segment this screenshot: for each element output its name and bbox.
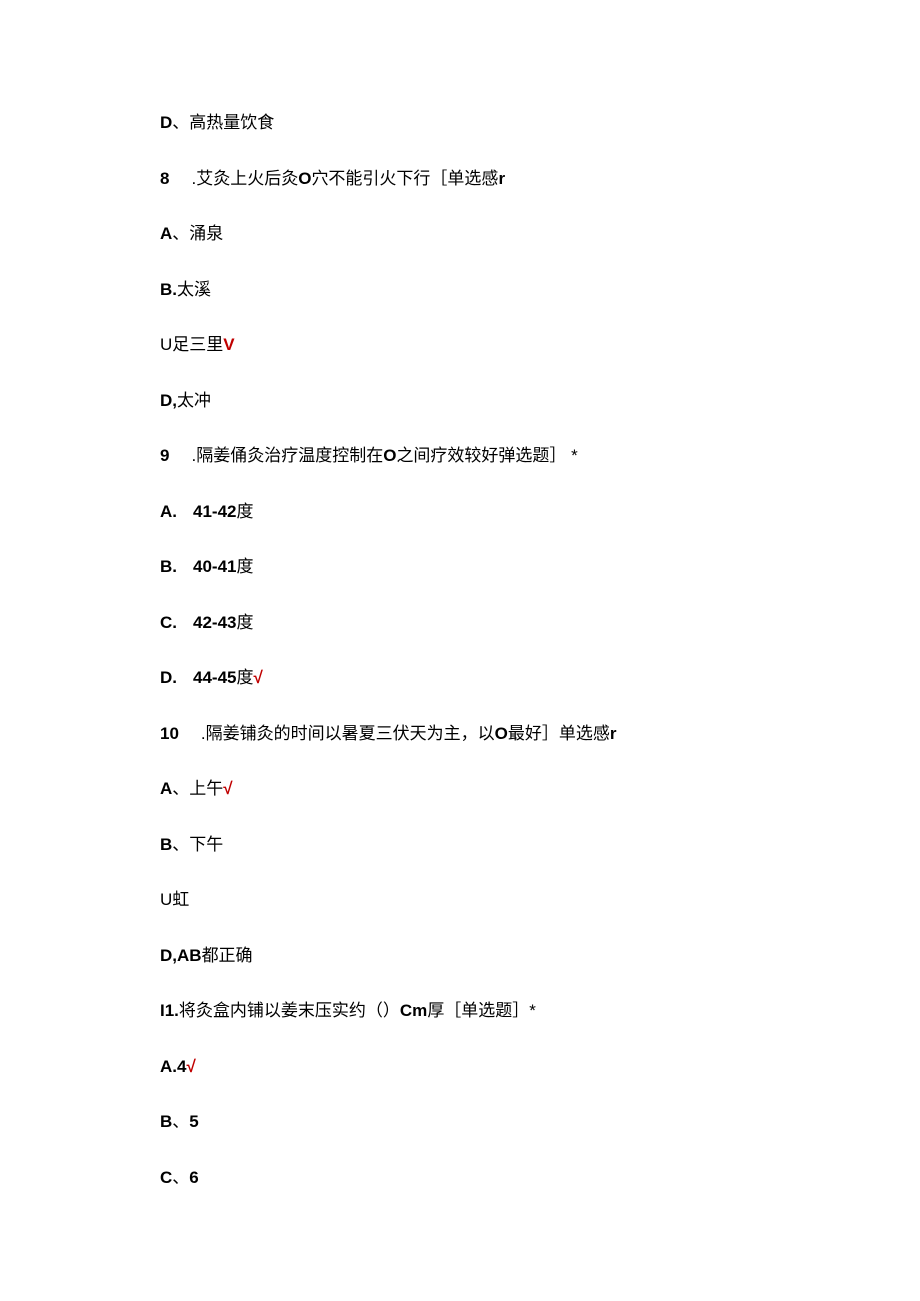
option-text: U虹: [160, 890, 189, 909]
option-label: D.: [160, 668, 177, 687]
option-sep: 、: [172, 1112, 189, 1131]
q8-option-c: U足三里V: [160, 332, 760, 358]
stem-text: 最好］单选感: [508, 724, 610, 743]
check-icon: √: [223, 779, 232, 798]
q10-option-c: U虹: [160, 887, 760, 913]
option-label: D,: [160, 391, 177, 410]
q10-option-a: A、上午√: [160, 776, 760, 802]
option-sep: 、: [172, 113, 189, 132]
stem-text: 之间疗效较好弹选题］ *: [396, 446, 577, 465]
q8-option-a: A、涌泉: [160, 221, 760, 247]
stem-blank: O: [298, 169, 311, 188]
option-label: C: [160, 1168, 172, 1187]
q11-option-b: B、5: [160, 1109, 760, 1135]
q10-option-b: B、下午: [160, 832, 760, 858]
option-sep: 、: [172, 835, 189, 854]
option-unit: 度: [236, 613, 253, 632]
q11-option-a: A.4√: [160, 1054, 760, 1080]
option-label: A: [160, 224, 172, 243]
stem-blank: O: [383, 446, 396, 465]
question-number: I1.: [160, 1001, 179, 1020]
stem-text: .隔姜俑灸治疗温度控制在: [191, 446, 383, 465]
option-value: 40-41: [193, 557, 236, 576]
option-value: 44-45: [193, 668, 236, 687]
check-icon: √: [186, 1057, 195, 1076]
q9-option-d: D. 44-45度√: [160, 665, 760, 691]
q7-option-d: D、高热量饮食: [160, 110, 760, 136]
stem-end: r: [498, 169, 505, 188]
option-text: 高热量饮食: [189, 113, 274, 132]
stem-text: .艾灸上火后灸: [191, 169, 298, 188]
option-text: 都正确: [202, 946, 253, 965]
option-text: U足三里: [160, 335, 223, 354]
q8-option-b: B.太溪: [160, 277, 760, 303]
stem-text: 穴不能引火下行［单选感: [311, 169, 498, 188]
option-label: A: [160, 779, 172, 798]
option-label: D: [160, 113, 172, 132]
option-text: 5: [189, 1112, 198, 1131]
option-label: B: [160, 835, 172, 854]
q9-stem: 9 .隔姜俑灸治疗温度控制在O之间疗效较好弹选题］ *: [160, 443, 760, 469]
question-number: 8: [160, 169, 169, 188]
option-text: 上午: [189, 779, 223, 798]
option-label: B: [160, 1112, 172, 1131]
option-value: 41-42: [193, 502, 236, 521]
q11-stem: I1.将灸盒内铺以姜末压实约（）Cm厚［单选题］*: [160, 998, 760, 1024]
option-label: B.: [160, 280, 177, 299]
option-sep: 、: [172, 1168, 189, 1187]
check-icon: V: [223, 335, 234, 354]
option-label: B.: [160, 557, 177, 576]
q11-option-c: C、6: [160, 1165, 760, 1191]
option-unit: 度: [236, 502, 253, 521]
option-label: A.4: [160, 1057, 186, 1076]
q10-option-d: D,AB都正确: [160, 943, 760, 969]
option-label: D,AB: [160, 946, 202, 965]
q9-option-b: B. 40-41度: [160, 554, 760, 580]
stem-text: 将灸盒内铺以姜末压实约（）: [179, 1001, 400, 1020]
stem-end: r: [610, 724, 617, 743]
q8-stem: 8 .艾灸上火后灸O穴不能引火下行［单选感r: [160, 166, 760, 192]
option-value: 42-43: [193, 613, 236, 632]
option-sep: 、: [172, 224, 189, 243]
q9-option-a: A. 41-42度: [160, 499, 760, 525]
option-sep: 、: [172, 779, 189, 798]
check-icon: √: [253, 668, 262, 687]
option-label: C.: [160, 613, 177, 632]
q10-stem: 10 .隔姜铺灸的时间以暑夏三伏天为主，以O最好］单选感r: [160, 721, 760, 747]
option-label: A.: [160, 502, 177, 521]
stem-blank: O: [495, 724, 508, 743]
option-text: 太冲: [177, 391, 211, 410]
option-text: 太溪: [177, 280, 211, 299]
option-unit: 度: [236, 557, 253, 576]
q9-option-c: C. 42-43度: [160, 610, 760, 636]
option-unit: 度: [236, 668, 253, 687]
option-text: 6: [189, 1168, 198, 1187]
stem-text: 厚［单选题］*: [427, 1001, 536, 1020]
stem-text: .隔姜铺灸的时间以暑夏三伏天为主，以: [201, 724, 495, 743]
question-number: 10: [160, 724, 179, 743]
q8-option-d: D,太冲: [160, 388, 760, 414]
option-text: 涌泉: [189, 224, 223, 243]
stem-mid: Cm: [400, 1001, 427, 1020]
option-text: 下午: [189, 835, 223, 854]
question-number: 9: [160, 446, 169, 465]
